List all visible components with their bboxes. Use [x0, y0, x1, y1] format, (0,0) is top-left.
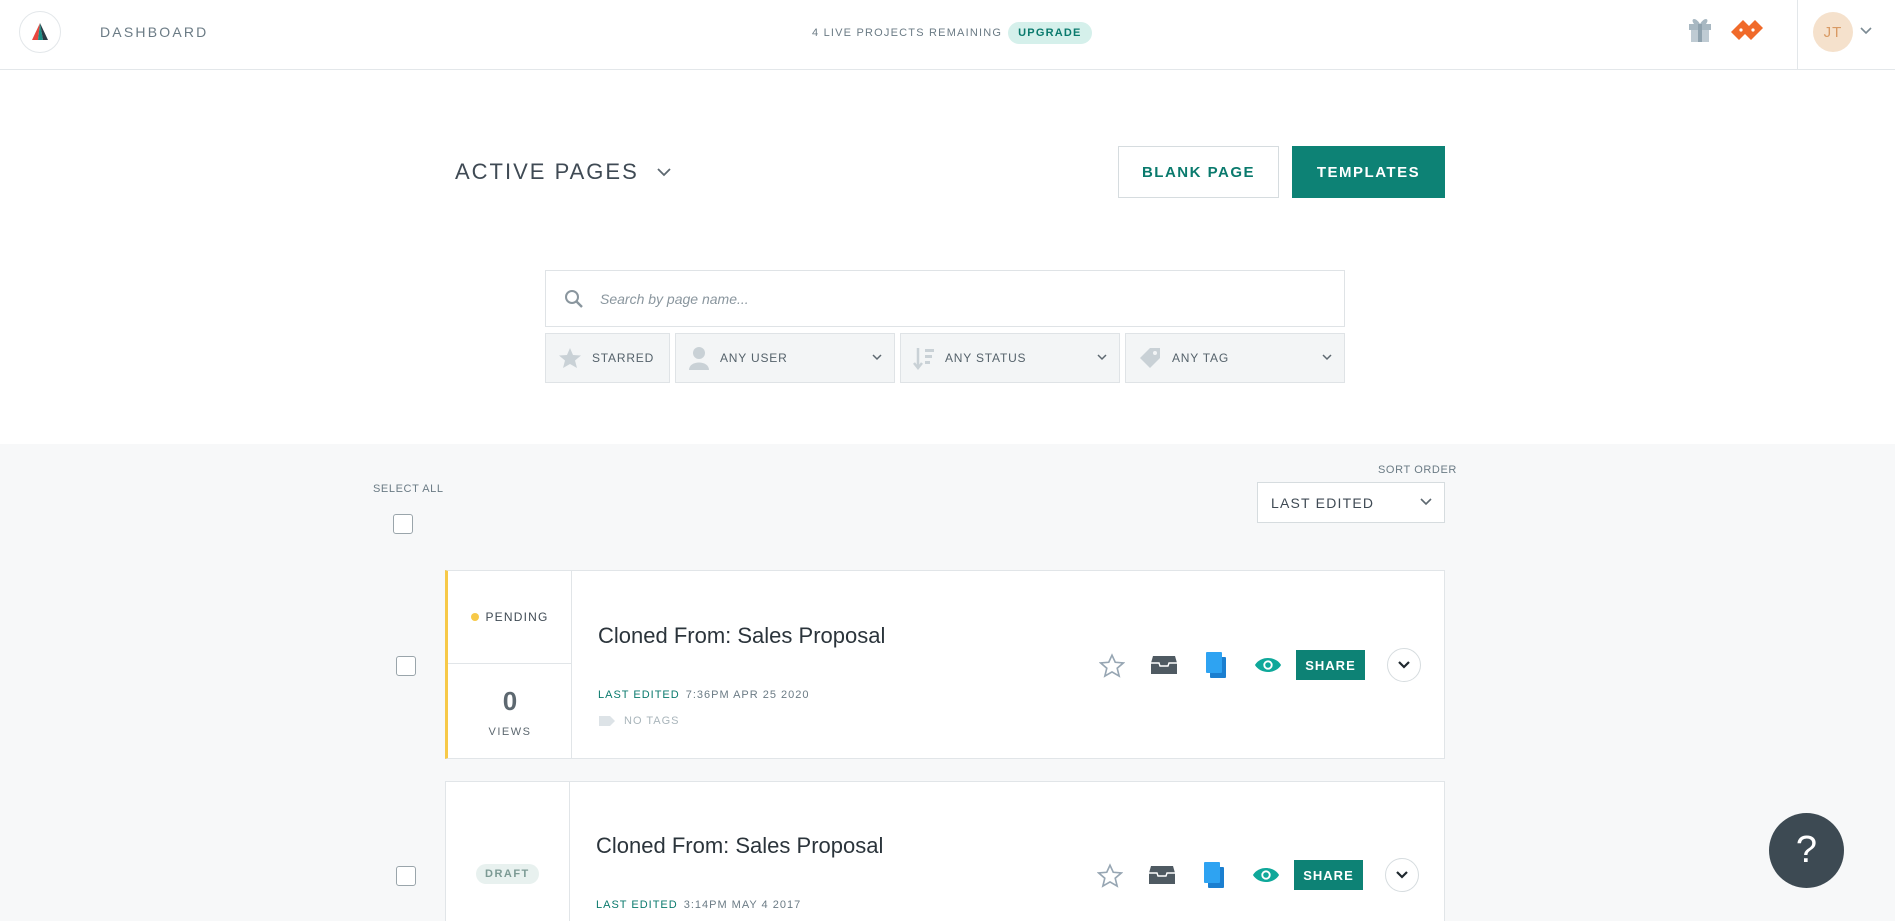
- live-projects-text: 4 LIVE PROJECTS REMAINING: [812, 27, 1003, 39]
- starred-filter[interactable]: STARRED: [545, 333, 670, 383]
- status-indicator: PENDING: [448, 571, 572, 664]
- tag-filter-label: ANY TAG: [1172, 351, 1229, 365]
- tag-icon: [598, 715, 616, 727]
- nav-divider: [1797, 0, 1798, 70]
- page-status-column: DRAFT: [446, 782, 570, 921]
- share-button[interactable]: SHARE: [1296, 650, 1365, 680]
- sort-order-label: SORT ORDER: [1378, 464, 1457, 476]
- upgrade-button[interactable]: UPGRADE: [1008, 22, 1092, 44]
- blank-page-button[interactable]: BLANK PAGE: [1118, 146, 1279, 198]
- page-card[interactable]: DRAFT Cloned From: Sales Proposal LAST E…: [445, 781, 1445, 921]
- chevron-down-icon: [1322, 354, 1332, 361]
- help-button[interactable]: ?: [1769, 813, 1844, 888]
- page-card[interactable]: PENDING 0 VIEWS Cloned From: Sales Propo…: [445, 570, 1445, 759]
- sort-order-select[interactable]: LAST EDITED: [1257, 482, 1445, 523]
- views-count: 0: [502, 686, 518, 716]
- status-filter[interactable]: ANY STATUS: [900, 333, 1120, 383]
- duplicate-icon[interactable]: [1202, 651, 1230, 679]
- select-all-checkbox[interactable]: [393, 514, 413, 534]
- archive-icon[interactable]: [1150, 651, 1178, 679]
- tags-row[interactable]: NO TAGS: [598, 715, 680, 727]
- user-filter-label: ANY USER: [720, 351, 788, 365]
- last-edited-row: LAST EDITED 7:36PM APR 25 2020: [598, 689, 810, 701]
- chevron-down-icon[interactable]: [1860, 27, 1872, 35]
- sort-order-value: LAST EDITED: [1271, 494, 1375, 511]
- search-icon: [564, 289, 584, 309]
- active-pages-dropdown[interactable]: ACTIVE PAGES: [455, 159, 671, 185]
- page-select-checkbox[interactable]: [396, 656, 416, 676]
- tag-filter[interactable]: ANY TAG: [1125, 333, 1345, 383]
- logo-icon[interactable]: [19, 11, 61, 53]
- status-badge: DRAFT: [476, 864, 539, 884]
- starred-filter-label: STARRED: [592, 351, 655, 365]
- live-projects-status: 4 LIVE PROJECTS REMAINING UPGRADE: [812, 22, 1092, 44]
- last-edited-label: LAST EDITED: [596, 899, 678, 911]
- status-filter-label: ANY STATUS: [945, 351, 1027, 365]
- page-title-link[interactable]: Cloned From: Sales Proposal: [598, 623, 885, 649]
- last-edited-row: LAST EDITED 3:14PM MAY 4 2017: [596, 899, 801, 911]
- chevron-down-icon: [872, 354, 882, 361]
- page-select-checkbox[interactable]: [396, 866, 416, 886]
- last-edited-value: 7:36PM APR 25 2020: [685, 689, 810, 701]
- chevron-down-icon: [1420, 498, 1432, 506]
- tickets-icon[interactable]: [1729, 18, 1765, 40]
- gift-icon[interactable]: [1687, 14, 1713, 44]
- page-actions: SHARE: [1098, 648, 1421, 682]
- page-title: ACTIVE PAGES: [455, 159, 639, 184]
- more-options-button[interactable]: [1387, 648, 1421, 682]
- search-box: [545, 270, 1345, 327]
- eye-icon[interactable]: [1252, 861, 1280, 889]
- star-icon: [558, 347, 582, 369]
- archive-icon[interactable]: [1148, 861, 1176, 889]
- page-actions: SHARE: [1096, 858, 1419, 892]
- user-icon: [688, 346, 710, 370]
- avatar[interactable]: JT: [1813, 12, 1853, 52]
- status-dot: [471, 613, 480, 621]
- status-label: PENDING: [485, 610, 549, 624]
- top-nav: DASHBOARD 4 LIVE PROJECTS REMAINING UPGR…: [0, 0, 1895, 70]
- eye-icon[interactable]: [1254, 651, 1282, 679]
- search-input[interactable]: [600, 290, 1300, 307]
- user-filter[interactable]: ANY USER: [675, 333, 895, 383]
- more-options-button[interactable]: [1385, 858, 1419, 892]
- chevron-down-icon: [1097, 354, 1107, 361]
- star-icon[interactable]: [1096, 861, 1124, 889]
- nav-dashboard-link[interactable]: DASHBOARD: [100, 24, 208, 40]
- tag-icon: [1138, 346, 1162, 370]
- share-button[interactable]: SHARE: [1294, 860, 1363, 890]
- last-edited-value: 3:14PM MAY 4 2017: [683, 899, 802, 911]
- views-label: VIEWS: [488, 726, 532, 738]
- tags-label: NO TAGS: [624, 715, 680, 727]
- select-all-label: SELECT ALL: [373, 483, 444, 495]
- templates-button[interactable]: TEMPLATES: [1292, 146, 1445, 198]
- star-icon[interactable]: [1098, 651, 1126, 679]
- sort-status-icon: [913, 346, 935, 370]
- last-edited-label: LAST EDITED: [598, 689, 680, 701]
- duplicate-icon[interactable]: [1200, 861, 1228, 889]
- page-title-link[interactable]: Cloned From: Sales Proposal: [596, 833, 883, 859]
- chevron-down-icon: [657, 167, 671, 177]
- page-status-column: PENDING 0 VIEWS: [448, 571, 572, 758]
